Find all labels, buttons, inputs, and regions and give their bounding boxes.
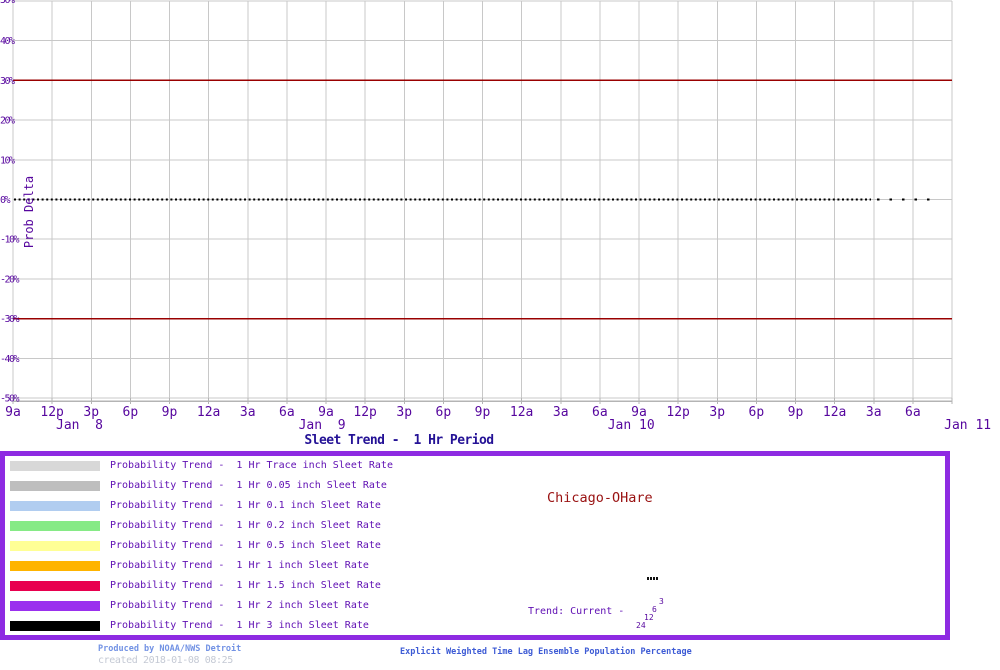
y-tick-label: -10%	[0, 235, 20, 246]
y-tick-label: 10%	[0, 155, 15, 166]
legend-label: Probability Trend - 1 Hr 3 inch Sleet Ra…	[110, 620, 369, 631]
x-tick-label: 6p	[436, 405, 452, 420]
y-tick-label: -50%	[0, 394, 20, 405]
legend-swatch	[10, 601, 100, 611]
y-tick-label: -30%	[0, 314, 20, 325]
x-tick-label: 9p	[788, 405, 804, 420]
footer-caption: Explicit Weighted Time Lag Ensemble Popu…	[400, 647, 692, 657]
x-tick-label: 6a	[592, 405, 608, 420]
x-date-label: Jan 11	[944, 418, 991, 433]
legend-swatch	[10, 521, 100, 531]
legend-swatch	[10, 561, 100, 571]
station-label: Chicago-OHare	[547, 490, 653, 506]
y-tick-label: 30%	[0, 76, 15, 87]
legend-item: Probability Trend - 1 Hr 3 inch Sleet Ra…	[5, 616, 393, 636]
legend-swatch	[10, 541, 100, 551]
x-tick-label: 12a	[823, 405, 846, 420]
x-tick-label: 3p	[709, 405, 725, 420]
footer-created-timestamp: created 2018-01-08 08:25	[98, 655, 233, 666]
x-date-label: Jan 10	[608, 418, 655, 433]
x-tick-label: 12p	[666, 405, 690, 420]
legend-swatch	[10, 481, 100, 491]
legend-label: Probability Trend - 1 Hr 0.5 inch Sleet …	[110, 540, 381, 551]
y-axis-title: Prob Delta	[22, 176, 36, 248]
legend-box: Probability Trend - 1 Hr Trace inch Slee…	[0, 451, 950, 640]
trend-lag-3hr: 3	[659, 597, 664, 606]
trend-lag-24hr: 24	[636, 621, 646, 630]
legend-label: Probability Trend - 1 Hr 1.5 inch Sleet …	[110, 580, 381, 591]
y-tick-label: 20%	[0, 116, 15, 127]
y-tick-label: 50%	[0, 0, 15, 6]
x-tick-label: 9p	[162, 405, 178, 420]
sleet-trend-meteogram: 50% 40% 30% 20% 10% 0% -10% -20% -30% -40% -50% 9a 1…	[0, 0, 1000, 670]
x-tick-label: 3a	[866, 405, 882, 420]
x-tick-label: 6p	[123, 405, 139, 420]
x-tick-label: 9p	[475, 405, 491, 420]
y-tick-label: 40%	[0, 36, 15, 47]
x-tick-label: 12a	[510, 405, 533, 420]
legend-item: Probability Trend - 1 Hr 0.1 inch Sleet …	[5, 496, 393, 516]
legend-item: Probability Trend - 1 Hr 1.5 inch Sleet …	[5, 576, 393, 596]
legend-item: Probability Trend - 1 Hr 0.2 inch Sleet …	[5, 516, 393, 536]
trend-plot: 50% 40% 30% 20% 10% 0% -10% -20% -30% -40% -50%9a 1…	[0, 0, 991, 433]
x-tick-label: 6a	[279, 405, 295, 420]
chart-title: Sleet Trend - 1 Hr Period	[304, 433, 494, 448]
x-tick-label: 6a	[905, 405, 921, 420]
legend-swatch	[10, 501, 100, 511]
trend-dots-marker	[647, 577, 659, 580]
trend-current-label: Trend: Current -	[528, 606, 631, 617]
legend-label: Probability Trend - 1 Hr 0.1 inch Sleet …	[110, 500, 381, 511]
y-tick-label: -40%	[0, 354, 20, 365]
legend-item: Probability Trend - 1 Hr 2 inch Sleet Ra…	[5, 596, 393, 616]
legend-item: Probability Trend - 1 Hr 1 inch Sleet Ra…	[5, 556, 393, 576]
x-tick-label: 3a	[553, 405, 569, 420]
legend-label: Probability Trend - 1 Hr 0.2 inch Sleet …	[110, 520, 381, 531]
x-tick-label: 12a	[197, 405, 220, 420]
legend-swatch	[10, 581, 100, 591]
legend-label: Probability Trend - 1 Hr 1 inch Sleet Ra…	[110, 560, 369, 571]
x-tick-label: 12p	[353, 405, 377, 420]
x-date-label: Jan 8	[56, 418, 103, 433]
x-tick-label: 3p	[396, 405, 412, 420]
legend-label: Probability Trend - 1 Hr Trace inch Slee…	[110, 460, 393, 471]
x-tick-label: 9a	[5, 405, 21, 420]
y-tick-label: 0%	[0, 195, 11, 206]
legend-item: Probability Trend - 1 Hr Trace inch Slee…	[5, 456, 393, 476]
trend-dot	[647, 577, 649, 580]
x-tick-label: 3a	[240, 405, 256, 420]
x-date-label: Jan 9	[299, 418, 346, 433]
trend-dot	[656, 577, 658, 580]
legend-item: Probability Trend - 1 Hr 0.5 inch Sleet …	[5, 536, 393, 556]
x-tick-label: 6p	[749, 405, 765, 420]
legend-item: Probability Trend - 1 Hr 0.05 inch Sleet…	[5, 476, 393, 496]
trend-dot	[653, 577, 655, 580]
legend-swatch	[10, 461, 100, 471]
legend-label: Probability Trend - 1 Hr 0.05 inch Sleet…	[110, 480, 387, 491]
footer-produced-by: Produced by NOAA/NWS Detroit	[98, 644, 242, 654]
legend-rows: Probability Trend - 1 Hr Trace inch Slee…	[5, 456, 393, 636]
y-tick-label: -20%	[0, 274, 20, 285]
legend-label: Probability Trend - 1 Hr 2 inch Sleet Ra…	[110, 600, 369, 611]
trend-dot	[650, 577, 652, 580]
legend-swatch	[10, 621, 100, 631]
